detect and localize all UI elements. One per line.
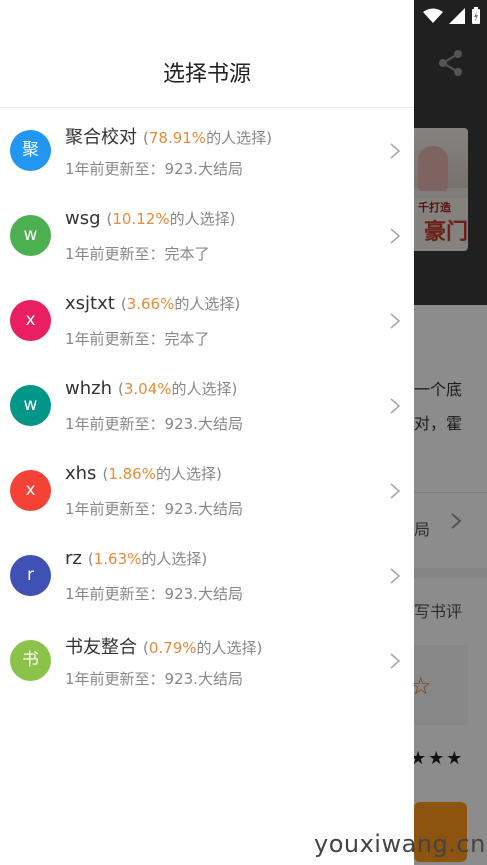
- watermark: youxiwang.cn: [314, 830, 486, 858]
- source-item[interactable]: r rz (1.63%的人选择) 1年前更新至：923.大结局: [0, 533, 414, 618]
- source-item[interactable]: 聚 聚合校对 (78.91%的人选择) 1年前更新至：923.大结局: [0, 108, 414, 193]
- source-selection-share: (3.04%的人选择): [118, 380, 238, 398]
- source-item[interactable]: 书 书友整合 (0.79%的人选择) 1年前更新至：923.大结局: [0, 618, 414, 703]
- source-percent: 3.04%: [123, 380, 172, 398]
- source-update: 1年前更新至：923.大结局: [65, 415, 243, 433]
- source-name: wsg: [65, 208, 101, 229]
- chevron-right-icon: [390, 568, 401, 584]
- source-avatar: w: [10, 215, 51, 256]
- source-name: 聚合校对: [65, 127, 137, 148]
- source-percent: 1.63%: [93, 550, 142, 568]
- source-percent-suffix: 的人选择): [171, 380, 238, 398]
- source-item[interactable]: x xsjtxt (3.66%的人选择) 1年前更新至：完本了: [0, 278, 414, 363]
- chevron-right-icon: [390, 483, 401, 499]
- source-selection-share: (3.66%的人选择): [120, 295, 241, 313]
- source-percent: 1.86%: [108, 465, 156, 483]
- source-selection-share: (0.79%的人选择): [143, 639, 263, 657]
- chevron-right-icon: [390, 143, 401, 159]
- source-item[interactable]: w whzh (3.04%的人选择) 1年前更新至：923.大结局: [0, 363, 414, 448]
- source-percent-suffix: 的人选择): [141, 550, 208, 568]
- source-name: whzh: [65, 378, 112, 399]
- chevron-right-icon: [390, 228, 401, 244]
- source-percent-suffix: 的人选择): [169, 210, 236, 228]
- source-percent: 3.66%: [126, 295, 175, 313]
- wifi-icon: [423, 8, 443, 23]
- source-list: 聚 聚合校对 (78.91%的人选择) 1年前更新至：923.大结局 w wsg (…: [0, 108, 414, 703]
- source-update: 1年前更新至：923.大结局: [65, 160, 243, 178]
- source-name: xsjtxt: [65, 293, 115, 314]
- source-avatar: x: [10, 470, 51, 511]
- battery-charging-icon: [472, 7, 480, 24]
- source-selection-share: (1.86%的人选择): [102, 465, 222, 483]
- source-update: 1年前更新至：完本了: [65, 330, 210, 348]
- source-percent: 10.12%: [112, 210, 170, 228]
- source-percent: 0.79%: [148, 639, 197, 657]
- status-bar: [423, 6, 481, 26]
- source-avatar: 聚: [10, 130, 51, 171]
- source-item[interactable]: w wsg (10.12%的人选择) 1年前更新至：完本了: [0, 193, 414, 278]
- source-selection-share: (10.12%的人选择): [106, 210, 236, 228]
- source-name: 书友整合: [65, 637, 137, 658]
- source-percent-suffix: 的人选择): [155, 465, 222, 483]
- source-item[interactable]: x xhs (1.86%的人选择) 1年前更新至：923.大结局: [0, 448, 414, 533]
- chevron-right-icon: [390, 653, 401, 669]
- source-update: 1年前更新至：923.大结局: [65, 585, 243, 603]
- source-avatar: w: [10, 385, 51, 426]
- source-update: 1年前更新至：完本了: [65, 245, 210, 263]
- source-name: rz: [65, 548, 82, 569]
- chevron-right-icon: [390, 313, 401, 329]
- source-percent-suffix: 的人选择): [196, 639, 263, 657]
- chevron-right-icon: [390, 398, 401, 414]
- source-avatar: 书: [10, 640, 51, 681]
- drawer-title: 选择书源: [162, 62, 251, 87]
- source-percent: 78.91%: [148, 129, 207, 147]
- source-update: 1年前更新至：923.大结局: [65, 500, 243, 518]
- source-percent-suffix: 的人选择): [174, 295, 241, 313]
- signal-icon: [449, 8, 465, 24]
- source-selection-share: (78.91%的人选择): [143, 129, 272, 147]
- source-update: 1年前更新至：923.大结局: [65, 670, 243, 688]
- source-drawer: 选择书源 聚 聚合校对 (78.91%的人选择) 1年前更新至：923.大结局 w…: [0, 0, 414, 865]
- source-percent-suffix: 的人选择): [206, 129, 272, 147]
- source-selection-share: (1.63%的人选择): [87, 550, 208, 568]
- source-avatar: x: [10, 300, 51, 341]
- source-avatar: r: [10, 555, 51, 596]
- source-name: xhs: [65, 463, 97, 484]
